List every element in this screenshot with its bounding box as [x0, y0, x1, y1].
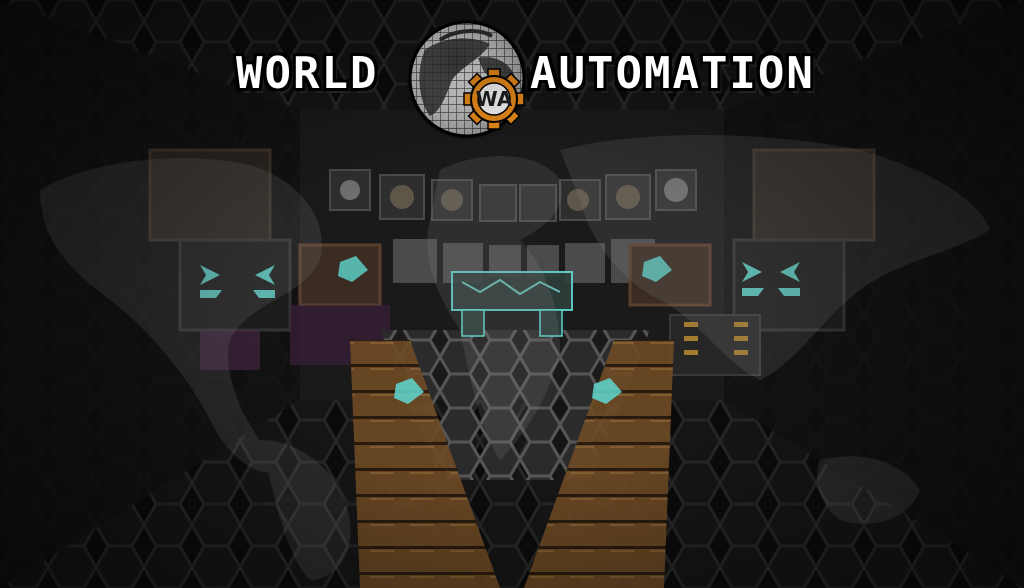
game-scene: WORLD AUTOMATION WA	[0, 0, 1024, 588]
title-automation: AUTOMATION	[530, 48, 815, 99]
title-world: WORLD	[236, 48, 379, 99]
logo-badge-label: WA	[475, 87, 513, 111]
